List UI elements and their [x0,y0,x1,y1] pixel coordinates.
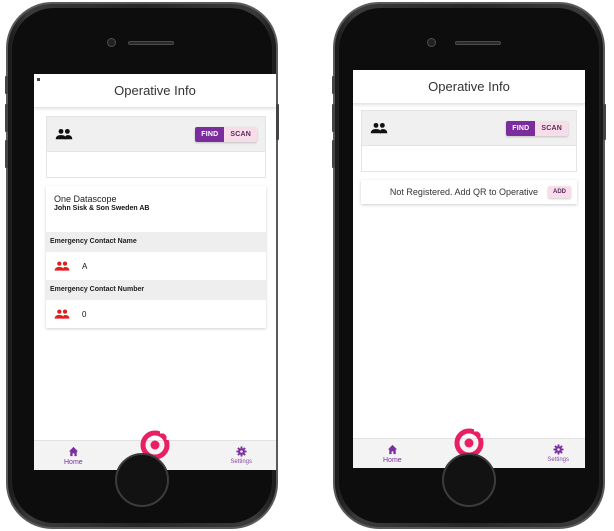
volume-down-button [5,140,8,168]
add-qr-button[interactable]: ADD [548,186,571,198]
not-registered-message: Not Registered. Add QR to Operative [389,187,538,197]
nav-home-label: Home [64,459,83,466]
search-input[interactable] [47,151,265,177]
volume-down-button [332,140,335,168]
search-toolbar: FIND SCAN [47,117,265,151]
find-scan-toggle: FIND SCAN [506,120,568,136]
nav-home[interactable]: Home [383,444,402,464]
phone-home-button [115,453,169,507]
nav-home-label: Home [383,457,402,464]
find-button[interactable]: FIND [506,120,536,136]
phone-right: Operative Info FIND SCAN Not Registered.… [332,2,606,529]
find-scan-toggle: FIND SCAN [195,126,257,142]
app-bar: Operative Info [353,70,585,104]
contact-person-icon [54,261,70,271]
find-button[interactable]: FIND [195,126,225,142]
status-indicator [37,78,40,81]
app-screen-found: Operative Info FIND SCAN One Datascope J… [34,74,276,470]
app-screen-not-registered: Operative Info FIND SCAN Not Registered.… [353,70,585,468]
gear-icon [236,446,247,457]
employer-name: John Sisk & Son Sweden AB [54,205,150,212]
home-icon [68,446,78,457]
nav-settings-label: Settings [547,457,569,463]
emergency-name-header: Emergency Contact Name [46,232,266,252]
scan-button[interactable]: SCAN [224,126,257,142]
nav-settings[interactable]: Settings [547,444,569,463]
app-bar: Operative Info [34,74,276,108]
people-icon [370,122,388,134]
gear-icon [553,444,564,455]
earpiece-speaker [455,41,501,45]
search-input[interactable] [362,145,576,171]
volume-up-button [5,104,8,132]
phone-left: Operative Info FIND SCAN One Datascope J… [5,2,279,529]
operative-search-card: FIND SCAN [46,116,266,178]
page-title: Operative Info [428,79,510,94]
earpiece-speaker [128,41,174,45]
front-camera [107,38,116,47]
search-toolbar: FIND SCAN [362,111,576,145]
front-camera [427,38,436,47]
phone-home-button [442,453,496,507]
mute-switch [5,76,8,94]
emergency-number-row: 0 [46,300,266,328]
emergency-name-value: A [82,261,88,271]
nav-home[interactable]: Home [64,446,83,466]
volume-up-button [332,104,335,132]
mute-switch [332,76,335,94]
company-block: One Datascope John Sisk & Son Sweden AB [46,186,266,232]
people-icon [55,128,73,140]
company-name: One Datascope [54,194,117,204]
power-button [603,104,606,140]
contact-person-icon [54,309,70,319]
home-icon [387,444,397,455]
scan-button[interactable]: SCAN [535,120,568,136]
emergency-number-header: Emergency Contact Number [46,280,266,300]
nav-settings[interactable]: Settings [230,446,252,465]
page-title: Operative Info [114,83,196,98]
nav-settings-label: Settings [230,459,252,465]
operative-details-card: One Datascope John Sisk & Son Sweden AB … [46,186,266,328]
power-button [276,104,279,140]
operative-search-card: FIND SCAN [361,110,577,172]
not-registered-card: Not Registered. Add QR to Operative ADD [361,180,577,204]
emergency-name-row: A [46,252,266,280]
emergency-number-value: 0 [82,309,87,319]
